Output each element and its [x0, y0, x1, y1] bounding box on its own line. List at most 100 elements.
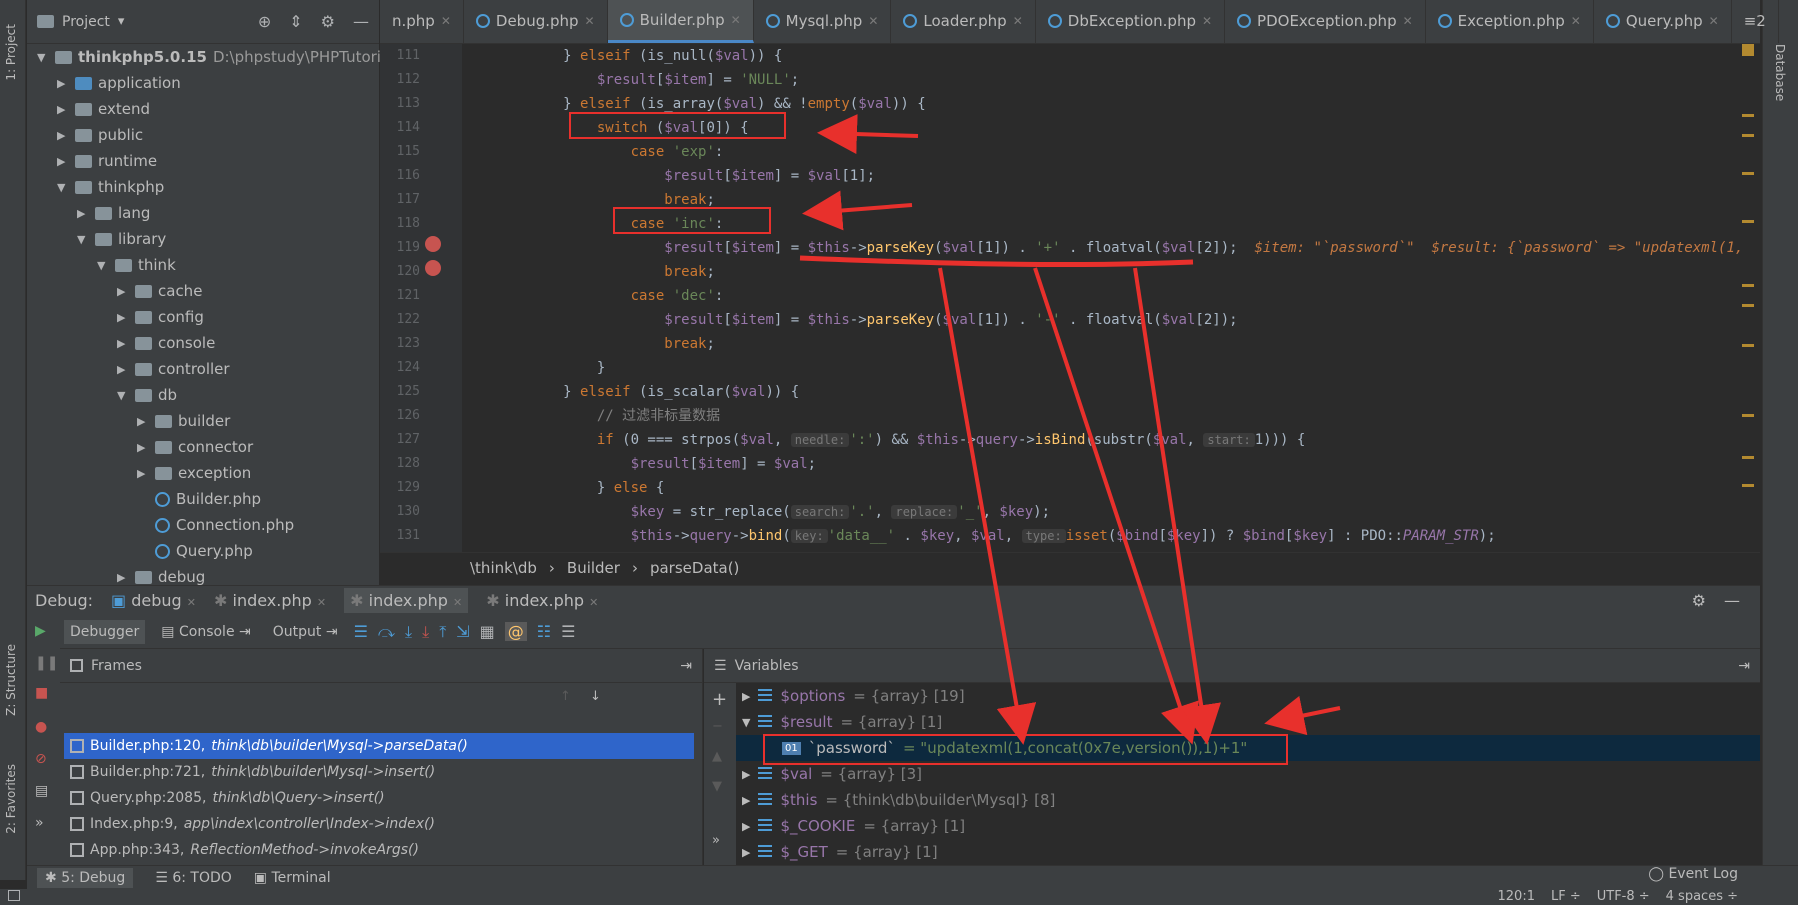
step-out-icon[interactable]: ⤒	[439, 622, 446, 642]
variable-row[interactable]: ▼ $result = {array} [1]	[736, 709, 1760, 735]
close-icon[interactable]: ✕	[589, 596, 598, 609]
tree-item[interactable]: ▶ exception	[137, 460, 251, 486]
step-over-icon[interactable]: ⤼	[378, 622, 395, 642]
force-step-into-icon[interactable]: ⤓	[422, 622, 429, 642]
editor-tab[interactable]: PDOException.php ✕	[1225, 0, 1426, 43]
tree-item[interactable]: Connection.php	[137, 512, 294, 538]
chevron-down-icon[interactable]: ▼	[742, 716, 750, 729]
line-number[interactable]: 121	[380, 288, 420, 303]
chevron-right-icon[interactable]: ▶	[77, 207, 89, 220]
move-down-icon[interactable]: ▼	[712, 779, 722, 794]
chevron-down-icon[interactable]: ▼	[37, 51, 49, 64]
line-number[interactable]: 119	[380, 240, 420, 255]
line-number[interactable]: 127	[380, 432, 420, 447]
close-icon[interactable]: ✕	[453, 596, 462, 609]
line-separator[interactable]: LF ÷	[1551, 889, 1581, 904]
line-number[interactable]: 125	[380, 384, 420, 399]
watch-icon[interactable]: @	[504, 622, 527, 641]
more-icon[interactable]: »	[35, 815, 44, 831]
stripe-mark[interactable]	[1742, 344, 1754, 347]
chevron-down-icon[interactable]: ▼	[117, 389, 129, 402]
chevron-down-icon[interactable]: ▼	[97, 259, 109, 272]
stripe-mark[interactable]	[1742, 114, 1754, 117]
tree-item[interactable]: ▶ runtime	[57, 148, 157, 174]
pin-icon[interactable]: ⇥	[1738, 658, 1750, 674]
chevron-right-icon[interactable]: ▶	[57, 77, 69, 90]
tree-item[interactable]: ▶ controller	[117, 356, 230, 382]
caret-position[interactable]: 120:1	[1498, 889, 1535, 904]
debug-session-tab[interactable]: ✱ index.php ✕	[486, 591, 598, 610]
frame-row[interactable]: Builder.php:721, think\db\builder\Mysql->…	[64, 759, 694, 785]
debug-session-tab[interactable]: ▣ debug ✕	[111, 591, 196, 610]
frame-row[interactable]: Query.php:2085, think\db\Query->insert()	[64, 785, 694, 811]
line-number[interactable]: 123	[380, 336, 420, 351]
line-number[interactable]: 111	[380, 48, 420, 63]
show-execution-point-icon[interactable]: ☰	[354, 622, 368, 641]
stop-icon[interactable]: ■	[35, 685, 48, 701]
tab-debug[interactable]: ✱ 5: Debug	[37, 867, 134, 888]
stripe-mark[interactable]	[1742, 304, 1754, 307]
chevron-right-icon[interactable]: ▶	[57, 129, 69, 142]
chevron-down-icon[interactable]: ▼	[77, 233, 89, 246]
chevron-right-icon[interactable]: ▶	[742, 846, 750, 859]
project-tool-tab[interactable]: 1: Project	[2, 20, 20, 85]
tree-item[interactable]: Builder.php	[137, 486, 261, 512]
tree-item[interactable]: ▶ extend	[57, 96, 150, 122]
evaluate-icon[interactable]: ▦	[480, 622, 495, 641]
chevron-right-icon[interactable]: ▶	[137, 441, 149, 454]
line-number[interactable]: 115	[380, 144, 420, 159]
line-number[interactable]: 117	[380, 192, 420, 207]
frame-row[interactable]: Builder.php:120, think\db\builder\Mysql->…	[64, 733, 694, 759]
step-into-icon[interactable]: ⤓	[405, 622, 412, 642]
tree-item[interactable]: ▶ console	[117, 330, 215, 356]
minimize-icon[interactable]: —	[353, 12, 369, 31]
line-number[interactable]: 128	[380, 456, 420, 471]
tree-item[interactable]: ▶ public	[57, 122, 143, 148]
close-icon[interactable]: ✕	[1403, 14, 1413, 28]
arrow-down-icon[interactable]: ↓	[590, 689, 601, 704]
chevron-right-icon[interactable]: ▶	[117, 571, 129, 584]
line-number[interactable]: 116	[380, 168, 420, 183]
stripe-mark[interactable]	[1742, 456, 1754, 459]
variable-row[interactable]: ▶ $this = {think\db\builder\Mysql} [8]	[736, 787, 1760, 813]
event-log-button[interactable]: ◯ Event Log	[1648, 866, 1738, 882]
line-number[interactable]: 124	[380, 360, 420, 375]
indent-setting[interactable]: 4 spaces ÷	[1666, 889, 1738, 904]
line-number[interactable]: 131	[380, 528, 420, 543]
stripe-mark[interactable]	[1742, 134, 1754, 137]
variable-row[interactable]: ▶ $_GET = {array} [1]	[736, 839, 1760, 865]
tree-item[interactable]: ▶ application	[57, 70, 181, 96]
status-toggle-icon[interactable]	[8, 890, 20, 901]
chevron-right-icon[interactable]: ▶	[57, 155, 69, 168]
close-icon[interactable]: ✕	[1709, 14, 1719, 28]
editor-error-stripe[interactable]	[1740, 44, 1754, 552]
pause-icon[interactable]: ❚❚	[35, 655, 58, 671]
line-number[interactable]: 129	[380, 480, 420, 495]
breadcrumb-namespace[interactable]: \think\db	[470, 559, 537, 577]
tree-item[interactable]: ▼ think	[97, 252, 176, 278]
locate-icon[interactable]: ⊕	[258, 12, 271, 31]
chevron-right-icon[interactable]: ▶	[742, 794, 750, 807]
close-icon[interactable]: ✕	[1013, 14, 1023, 28]
breadcrumb-class[interactable]: Builder	[567, 559, 620, 577]
tree-item[interactable]: ▶ connector	[137, 434, 253, 460]
tab-console[interactable]: ▤ Console ⇥	[155, 620, 256, 644]
line-number[interactable]: 112	[380, 72, 420, 87]
close-icon[interactable]: ✕	[1571, 14, 1581, 28]
debug-session-tab[interactable]: ✱ index.php ✕	[344, 588, 469, 613]
gear-icon[interactable]: ⚙	[1692, 591, 1706, 610]
arrow-up-icon[interactable]: ↑	[560, 689, 571, 704]
editor-tab[interactable]: Builder.php ✕	[607, 0, 754, 43]
chevron-right-icon[interactable]: ▶	[742, 690, 750, 703]
dropdown-icon[interactable]: ▾	[118, 14, 125, 29]
resume-icon[interactable]: ▶	[35, 623, 46, 639]
tree-item[interactable]: ▼ thinkphp	[57, 174, 164, 200]
tab-overflow-button[interactable]: ≡2	[1732, 0, 1779, 43]
file-encoding[interactable]: UTF-8 ÷	[1597, 889, 1650, 904]
line-number[interactable]: 130	[380, 504, 420, 519]
chevron-right-icon[interactable]: ▶	[117, 337, 129, 350]
gear-icon[interactable]: ⚙	[321, 12, 335, 31]
tab-todo[interactable]: ☰ 6: TODO	[155, 870, 231, 886]
chevron-down-icon[interactable]: ▼	[57, 181, 69, 194]
breakpoint-icon[interactable]	[425, 236, 441, 252]
